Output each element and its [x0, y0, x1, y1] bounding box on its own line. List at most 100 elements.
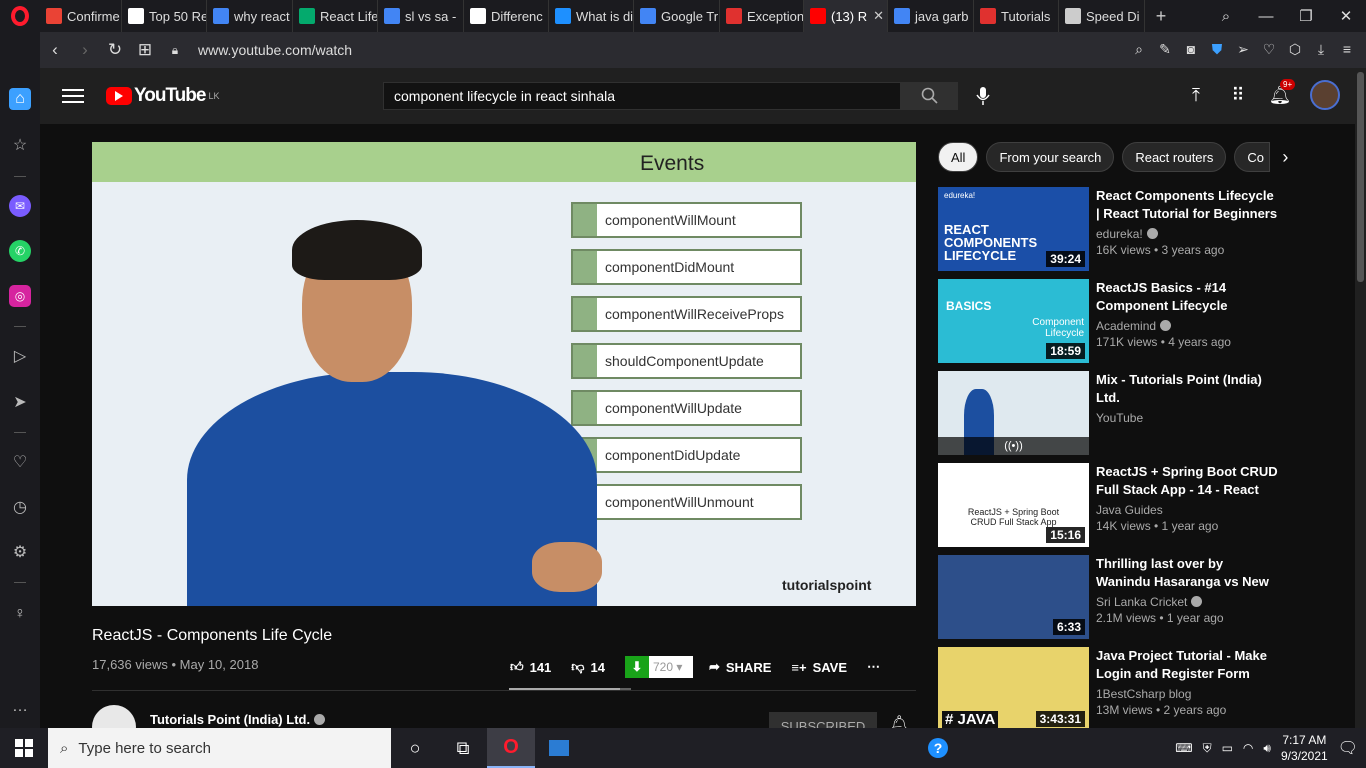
tips-icon[interactable]: ♀ [9, 603, 31, 625]
more-icon[interactable]: … [9, 696, 31, 718]
recommendation-item[interactable]: ((•)) Mix - Tutorials Point (India) Ltd. Y… [938, 371, 1338, 455]
volume-icon[interactable]: 🔊︎ [1263, 741, 1271, 756]
whatsapp-icon[interactable]: ✆ [9, 240, 31, 262]
url-field[interactable]: www.youtube.com/watch [198, 42, 352, 58]
taskbar-search[interactable]: ⌕ Type here to search [48, 728, 391, 768]
task-view-icon[interactable]: ⧉ [439, 728, 487, 768]
new-tab-button[interactable]: + [1145, 6, 1177, 27]
tabs-overview-icon[interactable]: ⊞ [130, 40, 160, 60]
speed-dial-icon[interactable]: ⌂ [9, 88, 31, 110]
opera-taskbar-icon[interactable]: O [487, 728, 535, 768]
heart-icon[interactable]: ♡ [1260, 41, 1278, 59]
notifications-bell-icon[interactable]: 🔔︎ 9+ [1268, 79, 1296, 107]
recommendation-title[interactable]: Java Project Tutorial - Make Login and R… [1096, 647, 1278, 683]
save-button[interactable]: ≡+ SAVE [791, 660, 847, 675]
video-player[interactable]: Events componentWillMount componentDidMou… [92, 142, 916, 606]
browser-tab[interactable]: java garb [888, 0, 974, 32]
voice-search-button[interactable] [969, 82, 997, 110]
recommendation-item[interactable]: edureka! REACT COMPONENTS LIFECYCLE 39:24 R… [938, 187, 1338, 271]
dislike-button[interactable]: 👎︎ 14 [571, 659, 605, 675]
messenger-icon[interactable]: ✉ [9, 195, 31, 217]
instagram-icon[interactable]: ◎ [9, 285, 31, 307]
forward-button[interactable]: › [70, 40, 100, 60]
filter-chip[interactable]: From your search [986, 142, 1115, 172]
vpn-shield-icon[interactable]: ⛊ [1208, 41, 1226, 59]
settings-icon[interactable]: ⚙ [9, 541, 31, 563]
recommendation-item[interactable]: 6:33 Thrilling last over by Wanindu Hasar… [938, 555, 1338, 639]
close-window-button[interactable]: ✕ [1326, 7, 1366, 25]
menu-icon[interactable]: ≡ [1338, 41, 1356, 59]
channel-name[interactable]: Tutorials Point (India) Ltd. [150, 712, 326, 727]
clock[interactable]: 7:17 AM 9/3/2021 [1281, 732, 1328, 764]
video-thumbnail[interactable]: ((•)) [938, 371, 1089, 455]
upload-icon[interactable]: ⤒ [1184, 83, 1208, 107]
recommendation-title[interactable]: Thrilling last over by Wanindu Hasaranga… [1096, 555, 1278, 591]
minimize-button[interactable]: — [1246, 8, 1286, 25]
search-input[interactable]: component lifecycle in react sinhala [383, 82, 901, 110]
browser-tab[interactable]: Google Tr [634, 0, 720, 32]
recommendation-title[interactable]: React Components Lifecycle | React Tutor… [1096, 187, 1278, 223]
download-quality-select[interactable]: 720 ▾ [648, 656, 693, 678]
recommendation-item[interactable]: BASICS Component Lifecycle 18:59 ReactJS Ba… [938, 279, 1338, 363]
recommendation-title[interactable]: ReactJS + Spring Boot CRUD Full Stack Ap… [1096, 463, 1278, 499]
apps-grid-icon[interactable]: ⠿ [1226, 83, 1250, 107]
browser-tab[interactable]: sl vs sa - [378, 0, 464, 32]
youtube-logo[interactable]: YouTube LK [106, 85, 219, 107]
photos-taskbar-icon[interactable] [535, 728, 583, 768]
recommendation-channel[interactable]: YouTube [1096, 411, 1143, 425]
hamburger-menu-icon[interactable] [62, 85, 84, 107]
search-tabs-icon[interactable]: ⌕ [1206, 8, 1246, 25]
keyboard-icon[interactable]: ⌨ [1175, 741, 1192, 755]
browser-tab[interactable]: Differenc [464, 0, 549, 32]
close-tab-icon[interactable]: ✕ [873, 8, 884, 24]
video-thumbnail[interactable]: # JAVA 3:43:31 [938, 647, 1089, 731]
cube-icon[interactable]: ⬡ [1286, 41, 1304, 59]
help-icon[interactable]: ? [928, 738, 948, 758]
video-thumbnail[interactable]: BASICS Component Lifecycle 18:59 [938, 279, 1089, 363]
video-thumbnail[interactable]: ReactJS + Spring Boot CRUD Full Stack Ap… [938, 463, 1089, 547]
browser-tab[interactable]: why react [207, 0, 293, 32]
more-actions-icon[interactable]: ⋯ [867, 659, 880, 675]
recommendation-channel[interactable]: Academind [1096, 319, 1172, 333]
recommendation-channel[interactable]: Sri Lanka Cricket [1096, 595, 1203, 609]
browser-tab[interactable]: What is di [549, 0, 634, 32]
browser-tab[interactable]: (13) R ✕ [804, 0, 888, 32]
cortana-icon[interactable]: ○ [391, 728, 439, 768]
send-icon[interactable]: ➢ [1234, 41, 1252, 59]
notifications-icon[interactable]: 🗨︎ [1338, 738, 1358, 758]
filter-chip[interactable]: Co [1234, 142, 1271, 172]
recommendation-channel[interactable]: 1BestCsharp blog [1096, 687, 1191, 701]
avatar[interactable] [1310, 80, 1340, 110]
browser-tab[interactable]: Top 50 Re [122, 0, 207, 32]
wifi-icon[interactable]: ◠ [1243, 741, 1253, 755]
camera-icon[interactable]: ◙ [1182, 41, 1200, 59]
player-icon[interactable]: ▷ [9, 345, 31, 367]
defender-icon[interactable]: ⛨ [1203, 741, 1212, 756]
history-icon[interactable]: ◷ [9, 496, 31, 518]
recommendation-title[interactable]: ReactJS Basics - #14 Component Lifecycle [1096, 279, 1278, 315]
scrollbar-thumb[interactable] [1357, 72, 1364, 282]
download-button[interactable]: ⬇ [624, 656, 649, 678]
recommendation-item[interactable]: # JAVA 3:43:31 Java Project Tutorial - Mak… [938, 647, 1338, 731]
maximize-button[interactable]: ❐ [1286, 7, 1326, 25]
back-button[interactable]: ‹ [40, 40, 70, 60]
reload-button[interactable]: ↻ [100, 40, 130, 60]
video-thumbnail[interactable]: 6:33 [938, 555, 1089, 639]
filter-chip[interactable]: React routers [1122, 142, 1227, 172]
opera-menu-icon[interactable] [0, 0, 40, 32]
video-thumbnail[interactable]: edureka! REACT COMPONENTS LIFECYCLE 39:24 [938, 187, 1089, 271]
search-icon[interactable]: ⌕ [1130, 41, 1148, 59]
share-button[interactable]: ➦ SHARE [709, 659, 771, 675]
edit-icon[interactable]: ✎ [1156, 41, 1174, 59]
recommendation-item[interactable]: ReactJS + Spring Boot CRUD Full Stack Ap… [938, 463, 1338, 547]
search-button[interactable] [901, 82, 958, 110]
browser-tab[interactable]: Tutorials [974, 0, 1059, 32]
chevron-right-icon[interactable]: › [1282, 147, 1288, 168]
bookmarks-icon[interactable]: ☆ [9, 134, 31, 156]
browser-tab[interactable]: React Life [293, 0, 378, 32]
battery-icon[interactable]: ▭ [1222, 741, 1233, 755]
page-scrollbar[interactable] [1355, 68, 1366, 728]
heart-icon[interactable]: ♡ [9, 451, 31, 473]
recommendation-title[interactable]: Mix - Tutorials Point (India) Ltd. [1096, 371, 1278, 407]
start-button[interactable] [0, 739, 48, 757]
